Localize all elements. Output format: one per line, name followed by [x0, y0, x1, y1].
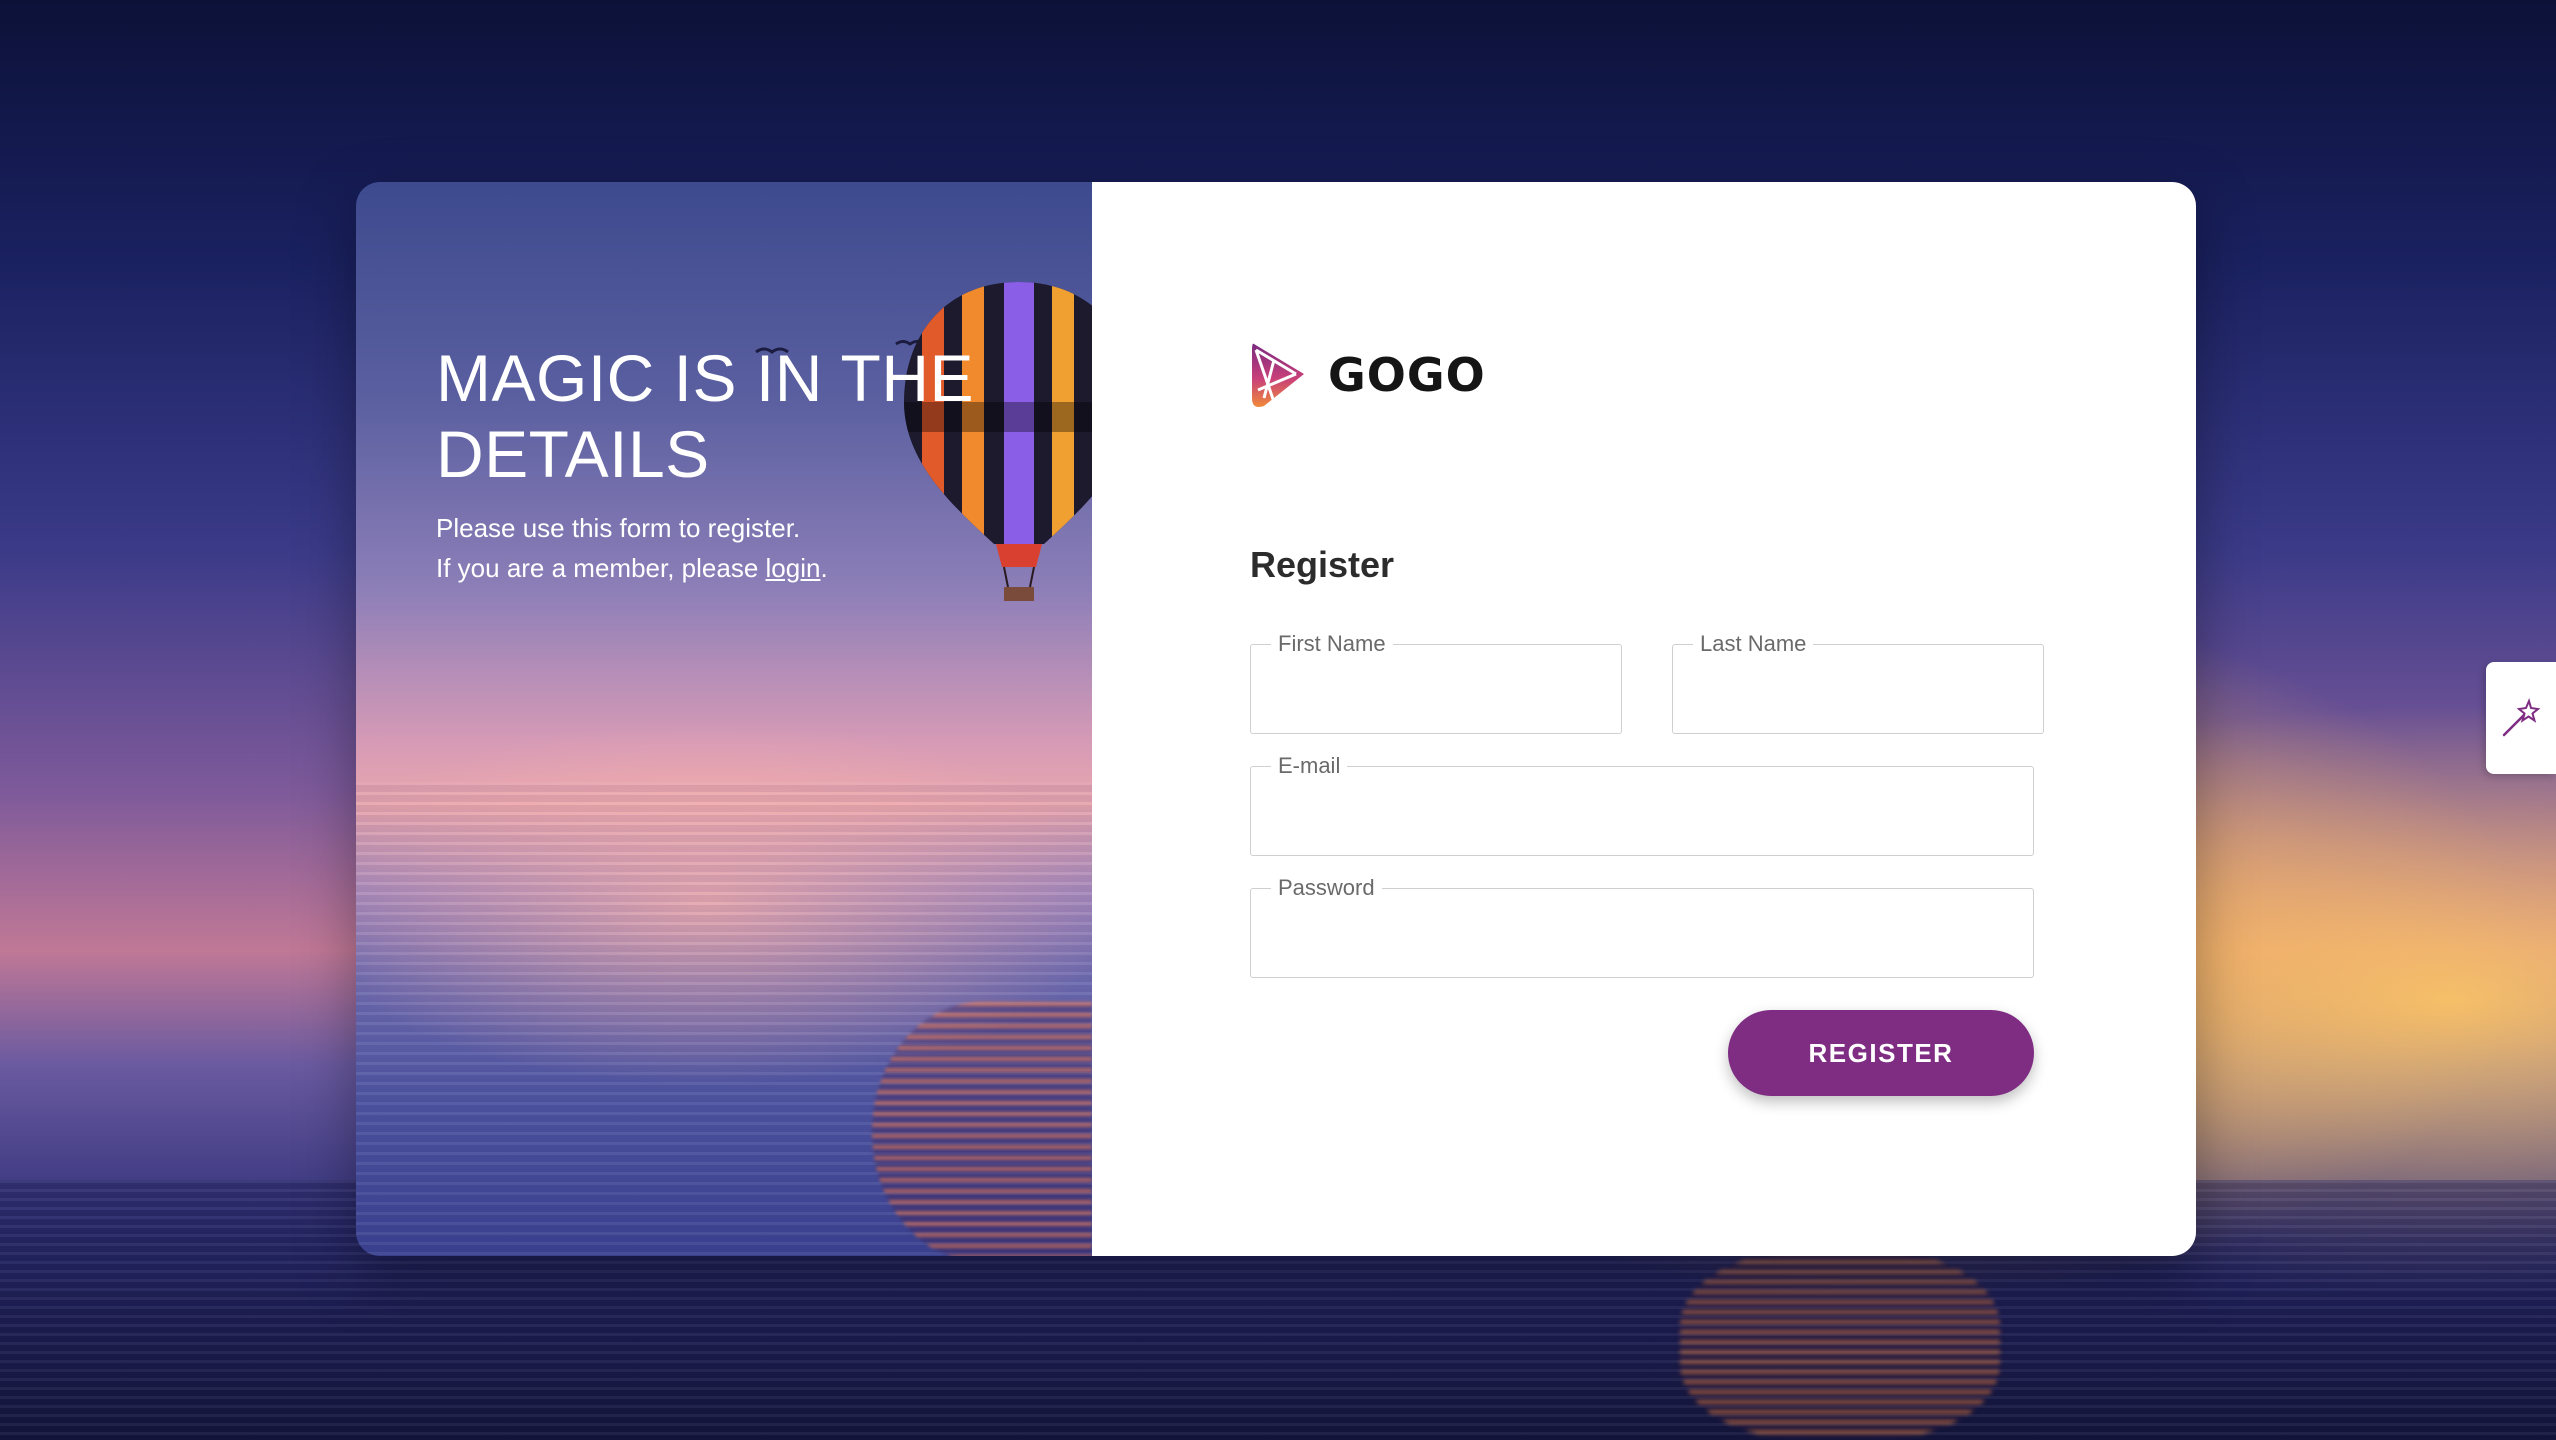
hero-line-2-suffix: .: [820, 553, 828, 583]
theme-customizer-tab[interactable]: [2486, 662, 2556, 774]
email-input[interactable]: [1251, 767, 2033, 855]
last-name-field[interactable]: Last Name: [1672, 632, 2044, 734]
hero-subtext: Please use this form to register. If you…: [436, 508, 1036, 588]
brand-name: GOGO: [1328, 348, 1486, 402]
brand-logo: GOGO: [1250, 340, 1486, 410]
balloon-reflection: [872, 1002, 1092, 1256]
last-name-label: Last Name: [1693, 632, 1814, 656]
password-field[interactable]: Password: [1250, 876, 2034, 978]
hero-headline: MAGIC IS IN THE DETAILS: [436, 341, 975, 491]
register-button[interactable]: REGISTER: [1728, 1010, 2034, 1096]
email-label: E-mail: [1271, 754, 1348, 778]
last-name-input[interactable]: [1673, 645, 2043, 733]
background-reflection: [1680, 1250, 2000, 1440]
form-panel: GOGO Register First Name Last Name E-mai…: [1092, 182, 2196, 1256]
first-name-label: First Name: [1271, 632, 1393, 656]
login-link[interactable]: login: [766, 553, 821, 583]
first-name-input[interactable]: [1251, 645, 1621, 733]
magic-wand-icon: [2502, 698, 2541, 737]
register-card: MAGIC IS IN THE DETAILS Please use this …: [356, 182, 2196, 1256]
email-field[interactable]: E-mail: [1250, 754, 2034, 856]
password-label: Password: [1271, 876, 1382, 900]
hero-line-2-prefix: If you are a member, please: [436, 553, 766, 583]
gogo-logo-icon: [1252, 343, 1304, 407]
hero-panel: MAGIC IS IN THE DETAILS Please use this …: [356, 182, 1092, 1256]
hero-line-2: If you are a member, please login.: [436, 548, 1036, 588]
form-title: Register: [1250, 544, 1395, 585]
password-input[interactable]: [1251, 889, 2033, 977]
first-name-field[interactable]: First Name: [1250, 632, 1622, 734]
hero-line-1: Please use this form to register.: [436, 513, 801, 543]
